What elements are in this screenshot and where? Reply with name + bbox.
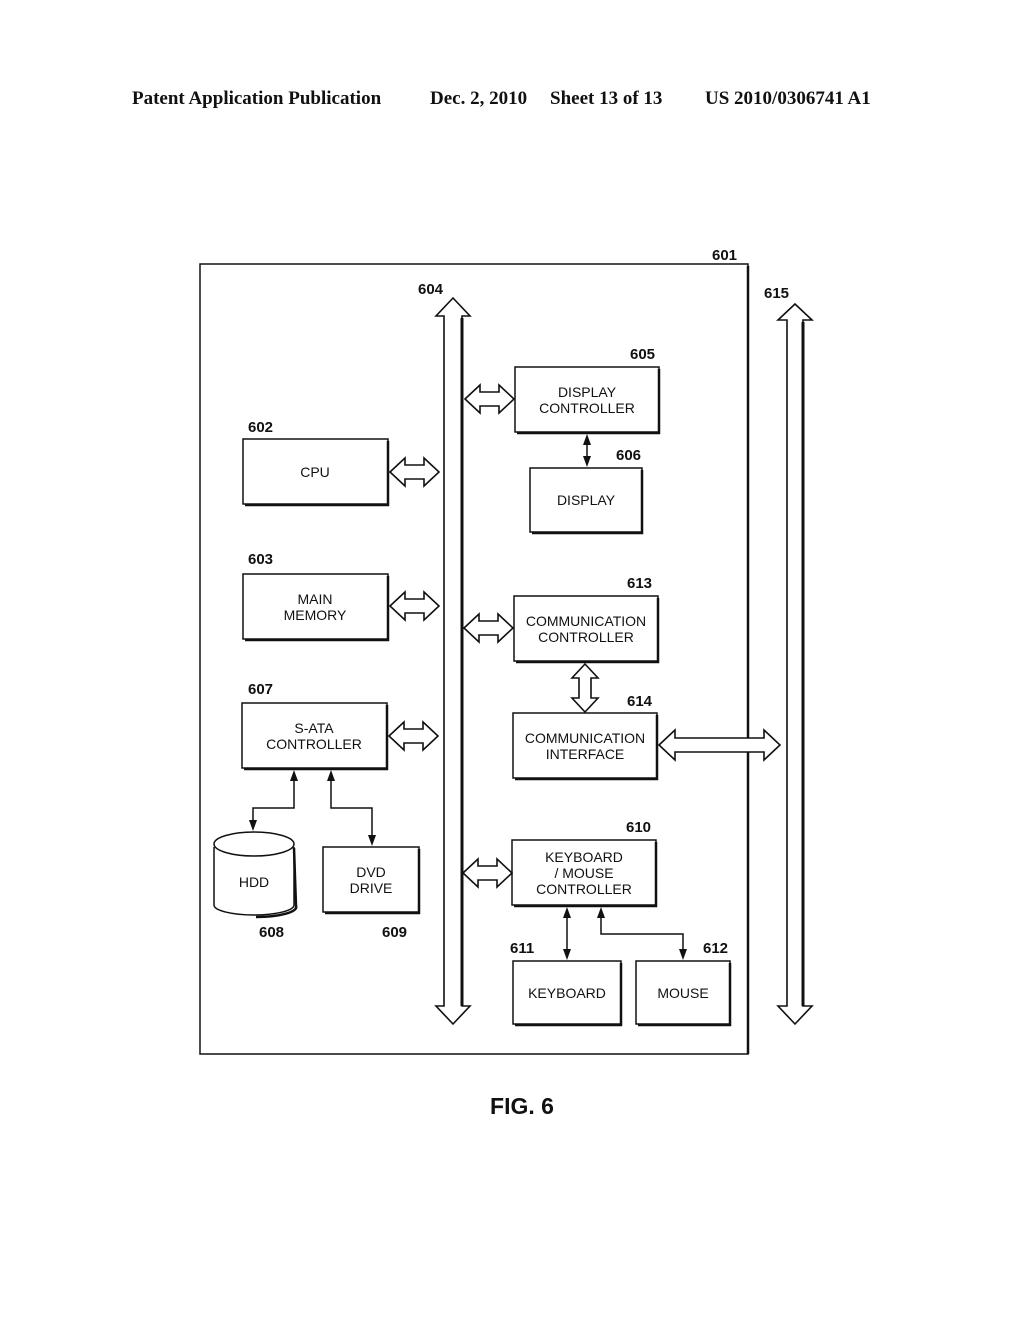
main-memory-label-2: MEMORY bbox=[284, 607, 347, 623]
keyboard-mouse-controller-label-3: CONTROLLER bbox=[536, 881, 632, 897]
block-diagram: 601 604 615 CPU 602 MAIN MEMORY 603 S-AT… bbox=[199, 247, 815, 1119]
keyboard-block: KEYBOARD bbox=[512, 960, 623, 1027]
dvd-drive-block: DVD DRIVE bbox=[322, 846, 421, 915]
ref-605: 605 bbox=[630, 346, 655, 363]
ref-614: 614 bbox=[627, 693, 653, 710]
ref-612: 612 bbox=[703, 940, 728, 957]
hdd-block: HDD bbox=[213, 831, 298, 919]
display-controller-block: DISPLAY CONTROLLER bbox=[514, 366, 661, 435]
sata-controller-label-2: CONTROLLER bbox=[266, 736, 362, 752]
communication-controller-label-1: COMMUNICATION bbox=[526, 613, 646, 629]
sata-controller-label-1: S-ATA bbox=[294, 720, 334, 736]
mouse-label: MOUSE bbox=[657, 985, 708, 1001]
keyboard-mouse-controller-label-2: / MOUSE bbox=[554, 865, 613, 881]
ref-613: 613 bbox=[627, 575, 652, 592]
ref-606: 606 bbox=[616, 447, 641, 464]
ref-601: 601 bbox=[712, 247, 737, 264]
communication-interface-label-1: COMMUNICATION bbox=[525, 730, 645, 746]
keyboard-mouse-controller-label-1: KEYBOARD bbox=[545, 849, 623, 865]
ref-609: 609 bbox=[382, 924, 407, 941]
figure-caption: FIG. 6 bbox=[490, 1093, 554, 1119]
communication-controller-label-2: CONTROLLER bbox=[538, 629, 634, 645]
display-block: DISPLAY bbox=[529, 467, 644, 535]
cpu-label: CPU bbox=[300, 464, 330, 480]
ref-615: 615 bbox=[764, 285, 789, 302]
hdd-cylinder-top bbox=[213, 831, 295, 857]
cpu-block: CPU bbox=[242, 438, 390, 507]
network-arrow bbox=[775, 302, 815, 1026]
ref-603: 603 bbox=[248, 551, 273, 568]
hdd-label: HDD bbox=[239, 874, 269, 890]
keyboard-mouse-controller-block: KEYBOARD / MOUSE CONTROLLER bbox=[511, 839, 658, 908]
display-label: DISPLAY bbox=[557, 492, 616, 508]
ref-607: 607 bbox=[248, 681, 273, 698]
ref-611: 611 bbox=[510, 940, 534, 957]
communication-interface-block: COMMUNICATION INTERFACE bbox=[512, 712, 659, 781]
dvd-drive-label-1: DVD bbox=[356, 864, 386, 880]
communication-interface-label-2: INTERFACE bbox=[546, 746, 625, 762]
network-shape bbox=[775, 302, 815, 1026]
mouse-block: MOUSE bbox=[635, 960, 732, 1027]
ref-610: 610 bbox=[626, 819, 651, 836]
main-memory-block: MAIN MEMORY bbox=[242, 573, 390, 642]
display-controller-label-1: DISPLAY bbox=[558, 384, 617, 400]
ref-604: 604 bbox=[418, 281, 444, 298]
ref-602: 602 bbox=[248, 419, 273, 436]
communication-controller-block: COMMUNICATION CONTROLLER bbox=[513, 595, 660, 664]
dvd-drive-label-2: DRIVE bbox=[350, 880, 393, 896]
sata-controller-block: S-ATA CONTROLLER bbox=[241, 702, 389, 771]
display-controller-label-2: CONTROLLER bbox=[539, 400, 635, 416]
main-memory-label-1: MAIN bbox=[298, 591, 333, 607]
ref-608: 608 bbox=[259, 924, 284, 941]
keyboard-label: KEYBOARD bbox=[528, 985, 606, 1001]
